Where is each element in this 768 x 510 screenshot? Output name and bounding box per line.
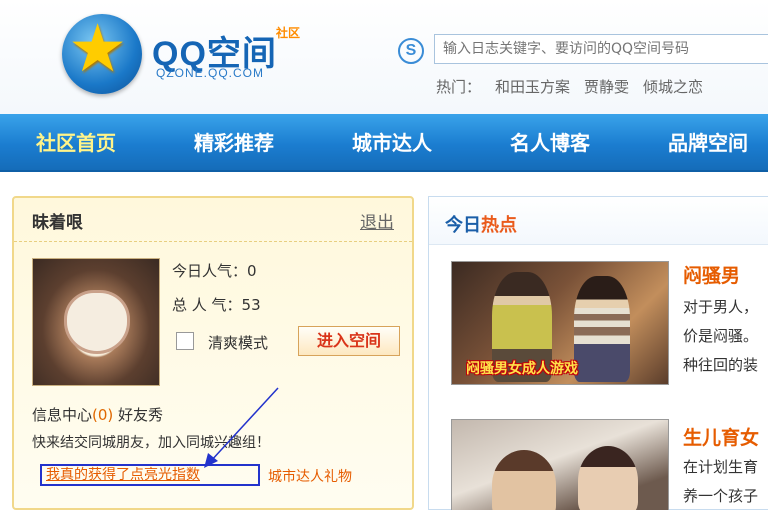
news-image-caption: 闷骚男女成人游戏 xyxy=(466,361,578,377)
hot-news-title: 今日热点 xyxy=(445,211,517,237)
news-title[interactable]: 闷骚男 xyxy=(683,261,740,288)
invite-text[interactable]: 快来结交同城朋友，加入同城兴趣组！ xyxy=(32,432,270,452)
news-image[interactable]: 闷骚男女成人游戏 xyxy=(451,261,669,385)
logo-subtitle: QZONE.QQ.COM xyxy=(156,66,264,80)
person-figure xyxy=(574,276,630,382)
user-panel-header: 昧着哏 退出 xyxy=(14,198,412,242)
total-popularity: 总 人 气：53 xyxy=(172,296,261,314)
search-icon[interactable]: S xyxy=(398,38,424,64)
hot-item-link[interactable]: 和田玉方案 xyxy=(495,78,570,96)
nav-item-brand-space[interactable]: 品牌空间 xyxy=(668,114,748,172)
nav-item-city-experts[interactable]: 城市达人 xyxy=(352,114,432,172)
enter-space-button[interactable]: 进入空间 xyxy=(298,326,400,356)
friend-show-link[interactable]: 好友秀 xyxy=(118,406,163,424)
news-title[interactable]: 生儿育女 xyxy=(683,423,759,450)
star-icon: ★ xyxy=(68,10,128,87)
simple-mode-checkbox[interactable] xyxy=(176,332,194,350)
news-summary: 在计划生育 养一个孩子 xyxy=(683,453,758,510)
hot-label: 热门： xyxy=(436,78,482,96)
news-summary-line: 养一个孩子 xyxy=(683,487,759,505)
hot-item-link[interactable]: 贾静雯 xyxy=(584,78,629,96)
hot-news-header: 今日热点 xyxy=(429,197,768,245)
user-panel: 昧着哏 退出 今日人气：0 总 人 气：53 清爽模式 进入空间 信息中心(0)… xyxy=(12,196,414,510)
simple-mode-label[interactable]: 清爽模式 xyxy=(208,332,268,353)
news-summary-line: 种往回的装 xyxy=(683,356,759,374)
logout-link[interactable]: 退出 xyxy=(360,208,394,233)
message-line: 信息中心(0) 好友秀 xyxy=(32,404,163,425)
highlight-index-link[interactable]: 我真的获得了点亮光指数 xyxy=(40,464,260,486)
search-input[interactable] xyxy=(434,34,768,64)
news-summary-line: 对于男人， xyxy=(683,298,759,316)
message-center-link[interactable]: 信息中心 xyxy=(32,406,92,424)
hot-search-bar: 热门： 和田玉方案 贾静雯 倾城之恋 xyxy=(436,76,717,97)
username: 昧着哏 xyxy=(32,213,83,233)
nav-item-celebrity-blogs[interactable]: 名人博客 xyxy=(510,114,590,172)
avatar[interactable] xyxy=(32,258,160,386)
today-popularity: 今日人气：0 xyxy=(172,262,257,280)
news-summary-line: 价是闷骚。 xyxy=(683,327,759,345)
news-summary-line: 在计划生育 xyxy=(683,458,759,476)
nav-item-recommended[interactable]: 精彩推荐 xyxy=(194,114,274,172)
nav-item-community-home[interactable]: 社区首页 xyxy=(36,114,116,172)
news-summary: 对于男人， 价是闷骚。 种往回的装 xyxy=(683,293,758,380)
message-count: (0) xyxy=(92,406,114,424)
person-figure xyxy=(578,446,638,510)
news-image[interactable] xyxy=(451,419,669,510)
person-figure xyxy=(492,450,556,510)
page-header: ★ QQ空间 社区 QZONE.QQ.COM S 热门：和田玉方案贾静雯倾城之恋 xyxy=(0,0,768,114)
city-expert-gift-link[interactable]: 城市达人礼物 xyxy=(268,466,352,486)
qzone-logo-icon[interactable]: ★ xyxy=(62,14,142,94)
hot-item-link[interactable]: 倾城之恋 xyxy=(643,78,703,96)
title-hot: 热点 xyxy=(481,215,517,236)
hot-news-panel: 今日热点 闷骚男女成人游戏 闷骚男 对于男人， 价是闷骚。 种往回的装 生儿育女… xyxy=(428,196,768,510)
main-nav: 社区首页 精彩推荐 城市达人 名人博客 品牌空间 xyxy=(0,114,768,172)
logo-badge: 社区 xyxy=(276,26,301,40)
heart-icon xyxy=(67,293,127,351)
title-today: 今日 xyxy=(445,215,481,236)
